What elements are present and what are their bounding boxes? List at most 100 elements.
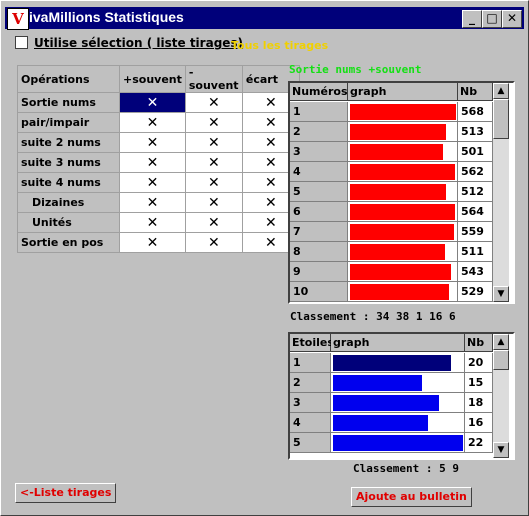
numbers-row-graph bbox=[348, 182, 458, 202]
use-selection-label: Utilise sélection ( liste tirages) bbox=[34, 36, 244, 50]
numbers-col-header[interactable]: Nb bbox=[458, 83, 493, 101]
ops-row-name[interactable]: Unités bbox=[17, 212, 120, 233]
ops-mark-cell[interactable]: ✕ bbox=[184, 212, 243, 233]
stars-row[interactable]: 4 16 bbox=[290, 413, 493, 433]
ops-row-name[interactable]: Sortie en pos bbox=[17, 232, 120, 253]
list-draws-button[interactable]: <-Liste tirages bbox=[15, 483, 117, 503]
ops-mark-cell[interactable]: ✕ bbox=[184, 92, 243, 113]
numbers-scroll-up-icon[interactable]: ▲ bbox=[493, 83, 509, 99]
stars-row-graph bbox=[331, 373, 465, 393]
stars-row-graph bbox=[331, 353, 465, 373]
ops-row-name[interactable]: pair/impair bbox=[17, 112, 120, 133]
ops-mark-cell[interactable]: ✕ bbox=[184, 172, 243, 193]
stars-row[interactable]: 3 18 bbox=[290, 393, 493, 413]
ops-mark-cell[interactable]: ✕ bbox=[184, 112, 243, 133]
ops-row: suite 2 nums ✕ ✕ ✕ bbox=[17, 132, 300, 153]
stars-row-label: 3 bbox=[290, 393, 331, 413]
numbers-scroll-thumb[interactable] bbox=[493, 99, 509, 139]
ops-mark-cell[interactable]: ✕ bbox=[119, 132, 186, 153]
stars-col-header[interactable]: Etoiles bbox=[290, 334, 334, 352]
use-selection-checkbox[interactable] bbox=[15, 36, 28, 49]
numbers-row-count: 562 bbox=[458, 162, 493, 182]
numbers-row-graph bbox=[348, 162, 458, 182]
numbers-col-header[interactable]: graph bbox=[348, 83, 458, 101]
numbers-grid[interactable]: Numéros graph Nb 1 568 2 513 3 501 4 562 5 512 6 564 7 5… bbox=[288, 81, 515, 304]
ops-row-name[interactable]: Dizaines bbox=[17, 192, 120, 213]
stars-scroll-down-icon[interactable]: ▼ bbox=[493, 442, 509, 458]
numbers-row[interactable]: 4 562 bbox=[290, 162, 493, 182]
ops-mark-cell[interactable]: ✕ bbox=[184, 152, 243, 173]
stars-grid[interactable]: Etoiles graph Nb 1 20 2 15 3 18 4 16 5 22 ▲ ▼ bbox=[288, 332, 515, 460]
ops-mark-cell[interactable]: ✕ bbox=[184, 132, 243, 153]
stars-row-label: 2 bbox=[290, 373, 331, 393]
stars-row[interactable]: 1 20 bbox=[290, 353, 493, 373]
minimize-button[interactable]: _ bbox=[462, 10, 482, 28]
numbers-row-graph bbox=[348, 202, 458, 222]
stars-scroll-up-icon[interactable]: ▲ bbox=[493, 334, 509, 350]
ops-mark-cell[interactable]: ✕ bbox=[119, 152, 186, 173]
ops-mark-cell[interactable]: ✕ bbox=[119, 232, 186, 253]
use-selection-option[interactable]: Utilise sélection ( liste tirages) bbox=[15, 36, 243, 50]
numbers-row[interactable]: 3 501 bbox=[290, 142, 493, 162]
ops-mark-cell[interactable]: ✕ bbox=[119, 112, 186, 133]
close-button[interactable]: ✕ bbox=[502, 10, 522, 28]
numbers-row[interactable]: 9 543 bbox=[290, 262, 493, 282]
stars-row[interactable]: 2 15 bbox=[290, 373, 493, 393]
add-to-ticket-button[interactable]: Ajoute au bulletin bbox=[351, 487, 472, 507]
numbers-bar bbox=[350, 124, 446, 140]
numbers-row[interactable]: 2 513 bbox=[290, 122, 493, 142]
app-logo-icon[interactable]: V bbox=[7, 8, 29, 30]
ops-mark-cell[interactable]: ✕ bbox=[119, 172, 186, 193]
ops-row: Dizaines ✕ ✕ ✕ bbox=[17, 192, 300, 213]
numbers-scroll-down-icon[interactable]: ▼ bbox=[493, 286, 509, 302]
ops-row: suite 4 nums ✕ ✕ ✕ bbox=[17, 172, 300, 193]
stars-row-label: 1 bbox=[290, 353, 331, 373]
stars-col-header[interactable]: graph bbox=[331, 334, 465, 352]
stars-row-count: 16 bbox=[465, 413, 493, 433]
main-window: V ivaMillions Statistiques _ □ ✕ Utilise… bbox=[0, 0, 529, 516]
ops-header-0: Opérations bbox=[17, 65, 120, 93]
numbers-row[interactable]: 10 529 bbox=[290, 282, 493, 302]
app-logo-letter: V bbox=[12, 10, 24, 28]
numbers-row[interactable]: 5 512 bbox=[290, 182, 493, 202]
ops-mark-cell[interactable]: ✕ bbox=[184, 232, 243, 253]
ops-row-name[interactable]: suite 3 nums bbox=[17, 152, 120, 173]
stars-row-count: 22 bbox=[465, 433, 493, 453]
numbers-row[interactable]: 1 568 bbox=[290, 102, 493, 122]
numbers-ranking: Classement : 34 38 1 16 6 bbox=[290, 310, 456, 323]
numbers-row-label: 4 bbox=[290, 162, 348, 182]
ops-row-name[interactable]: suite 4 nums bbox=[17, 172, 120, 193]
numbers-row-count: 513 bbox=[458, 122, 493, 142]
numbers-row[interactable]: 8 511 bbox=[290, 242, 493, 262]
stars-row-graph bbox=[331, 433, 465, 453]
numbers-row-label: 2 bbox=[290, 122, 348, 142]
numbers-bar bbox=[350, 204, 455, 220]
maximize-button[interactable]: □ bbox=[482, 10, 502, 28]
numbers-row-graph bbox=[348, 242, 458, 262]
numbers-row[interactable]: 6 564 bbox=[290, 202, 493, 222]
numbers-row-label: 7 bbox=[290, 222, 348, 242]
numbers-bar bbox=[350, 104, 456, 120]
numbers-col-header[interactable]: Numéros bbox=[290, 83, 348, 101]
ops-mark-cell[interactable]: ✕ bbox=[119, 192, 186, 213]
numbers-row-count: 568 bbox=[458, 102, 493, 122]
stars-row-label: 5 bbox=[290, 433, 331, 453]
ops-row-name[interactable]: Sortie nums bbox=[17, 92, 120, 113]
stars-row-count: 15 bbox=[465, 373, 493, 393]
ops-row: suite 3 nums ✕ ✕ ✕ bbox=[17, 152, 300, 173]
ops-row-name[interactable]: suite 2 nums bbox=[17, 132, 120, 153]
ops-mark-cell[interactable]: ✕ bbox=[119, 212, 186, 233]
stars-row[interactable]: 5 22 bbox=[290, 433, 493, 453]
numbers-bar bbox=[350, 184, 446, 200]
numbers-row-count: 529 bbox=[458, 282, 493, 302]
numbers-row[interactable]: 7 559 bbox=[290, 222, 493, 242]
title-bar[interactable]: V ivaMillions Statistiques _ □ ✕ bbox=[5, 7, 524, 30]
ops-mark-cell[interactable]: ✕ bbox=[119, 92, 186, 113]
numbers-row-graph bbox=[348, 102, 458, 122]
stars-row-label: 4 bbox=[290, 413, 331, 433]
stars-col-header[interactable]: Nb bbox=[465, 334, 493, 352]
ops-mark-cell[interactable]: ✕ bbox=[184, 192, 243, 213]
stars-ranking: Classement : 5 9 bbox=[353, 462, 459, 475]
stars-scroll-thumb[interactable] bbox=[493, 350, 509, 370]
numbers-row-graph bbox=[348, 222, 458, 242]
